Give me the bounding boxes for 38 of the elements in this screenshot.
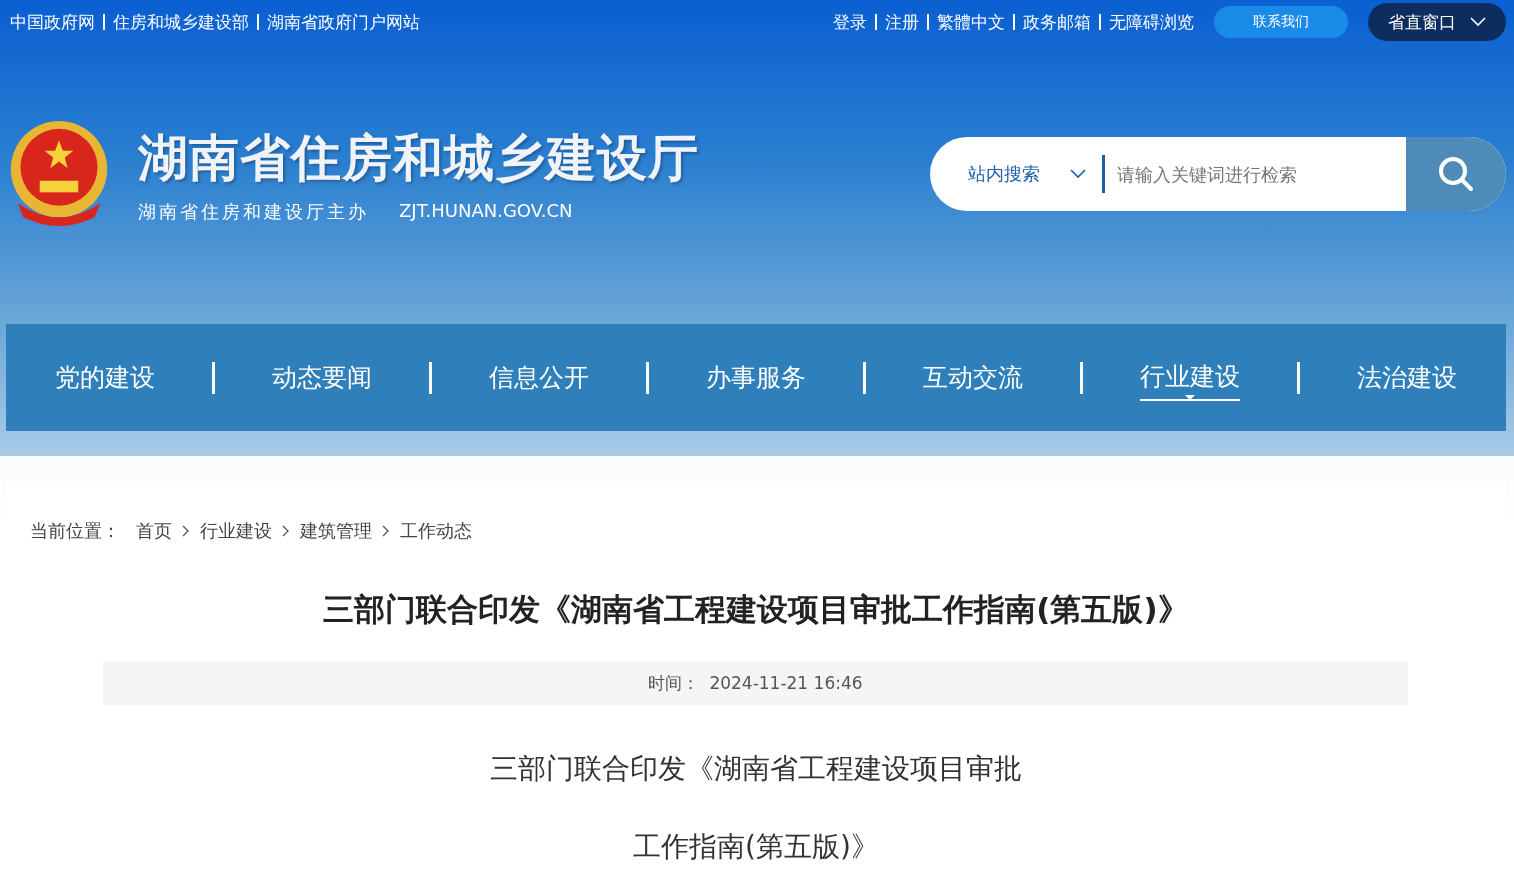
top-link[interactable]: 政务邮箱 (1023, 10, 1091, 34)
top-link[interactable]: 湖南省政府门户网站 (267, 10, 420, 34)
search-button[interactable] (1406, 137, 1506, 211)
breadcrumb-link[interactable]: 工作动态 (400, 519, 472, 543)
breadcrumb-separator-icon (382, 525, 390, 537)
top-link[interactable]: 繁體中文 (937, 10, 1005, 34)
search-scope-dropdown[interactable]: 站内搜索 (930, 162, 1086, 186)
nav-tab[interactable]: 动态要闻 (271, 355, 372, 400)
article-text: 三部门联合印发《湖南省工程建设项目审批 (489, 751, 1023, 787)
province-window-dropdown[interactable]: 省直窗口 (1368, 3, 1506, 41)
site-title: 湖南省住房和城乡建设厅 (138, 127, 699, 189)
breadcrumb-separator-icon (182, 525, 190, 537)
breadcrumb-link[interactable]: 行业建设 (200, 519, 272, 543)
contact-button[interactable]: 联系我们 (1214, 6, 1348, 38)
nav-tab[interactable]: 党的建设 (54, 355, 155, 400)
chevron-down-icon (1470, 17, 1486, 27)
article-title: 三部门联合印发《湖南省工程建设项目审批工作指南(第五版)》 (322, 590, 1190, 629)
nav-tab[interactable]: 互动交流 (923, 355, 1024, 400)
top-link[interactable]: 登录 (833, 10, 867, 34)
breadcrumb-separator-icon (282, 525, 290, 537)
publish-time: 2024-11-21 16:46 (709, 673, 863, 693)
breadcrumb-link[interactable]: 建筑管理 (300, 519, 372, 543)
nav-tab[interactable]: 行业建设 (1140, 354, 1241, 401)
top-link[interactable]: 中国政府网 (10, 10, 95, 34)
site-domain: ZJT.HUNAN.GOV.CN (399, 199, 573, 223)
nav-tab[interactable]: 法治建设 (1357, 355, 1458, 400)
top-link[interactable]: 注册 (885, 10, 919, 34)
time-label: 时间： (648, 671, 700, 695)
top-link[interactable]: 住房和城乡建设部 (113, 10, 249, 34)
search-icon (1436, 154, 1476, 194)
article-text: 工作指南(第五版)》 (632, 829, 880, 865)
nav-tab[interactable]: 办事服务 (705, 355, 806, 400)
breadcrumb-label: 当前位置： (30, 519, 120, 543)
breadcrumb-link[interactable]: 首页 (136, 519, 172, 543)
top-link[interactable]: 无障碍浏览 (1109, 10, 1194, 34)
site-subtitle: 湖南省住房和建设厅主办 (138, 199, 369, 224)
nav-tab[interactable]: 信息公开 (488, 355, 589, 400)
chevron-down-icon (1070, 169, 1086, 179)
